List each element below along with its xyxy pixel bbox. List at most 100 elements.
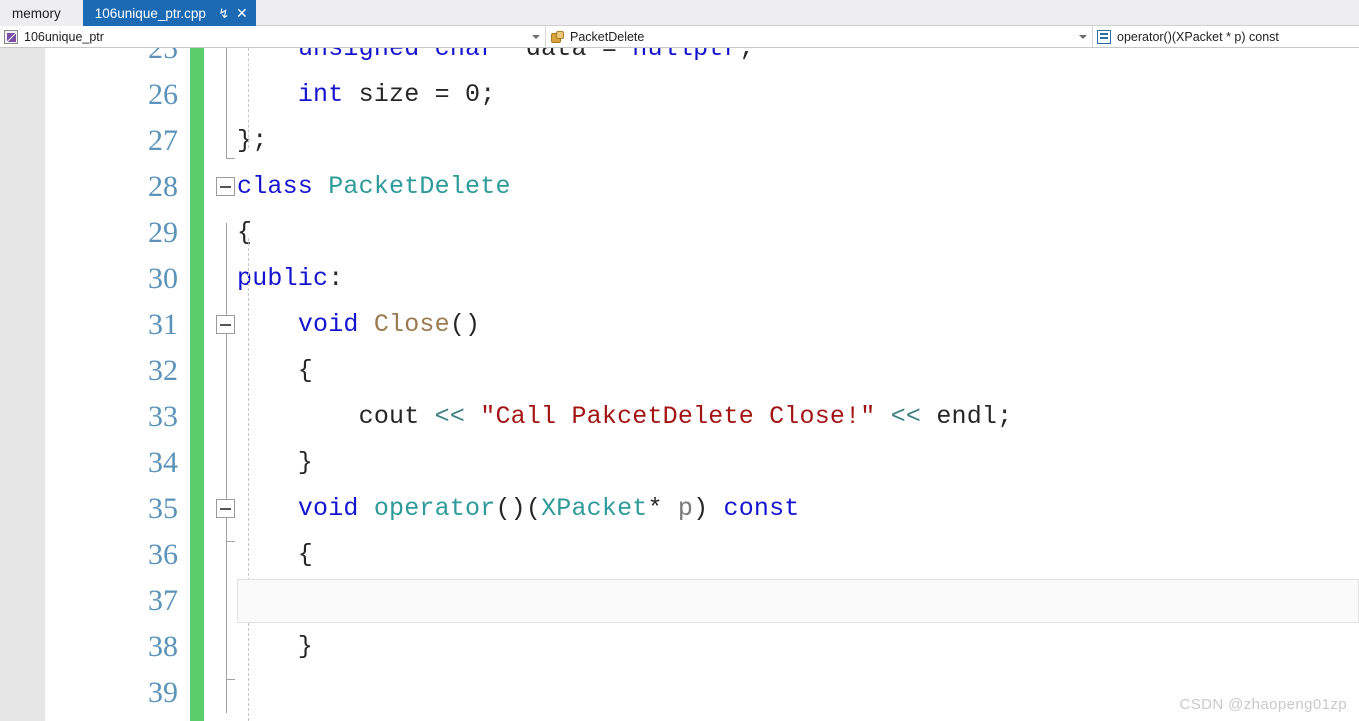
tab-memory[interactable]: memory xyxy=(0,0,83,26)
class-icon xyxy=(550,30,564,44)
tab-memory-label: memory xyxy=(12,5,61,21)
line-number: 35 xyxy=(148,492,178,525)
line-number-gutter: 25 26 27 28 29 30 31 32 33 34 35 36 37 38 39 xyxy=(45,48,190,721)
code-token: cout xyxy=(237,586,435,615)
close-icon[interactable]: ✕ xyxy=(234,5,250,21)
code-token: void xyxy=(297,494,359,523)
block-structure-foot xyxy=(226,679,235,680)
fold-toggle-button[interactable] xyxy=(216,177,235,196)
block-structure-line xyxy=(226,48,227,158)
code-token: << xyxy=(814,586,846,615)
chevron-down-icon[interactable] xyxy=(1079,34,1087,39)
nav-class-label: PacketDelete xyxy=(570,29,645,44)
line-number: 27 xyxy=(148,124,178,157)
watermark: CSDN @zhaopeng01zp xyxy=(1179,696,1347,713)
code-token: Close xyxy=(373,310,450,339)
editor-left-margin xyxy=(0,48,45,721)
navigation-breadcrumb-bar: 106unique_ptr PacketDelete operator()(XP… xyxy=(0,26,1359,48)
code-token: XPacket xyxy=(541,494,648,523)
block-structure-foot xyxy=(226,158,235,159)
code-token: endl; xyxy=(845,586,937,615)
code-token: endl; xyxy=(921,402,1013,431)
tab-106unique-ptr-cpp[interactable]: 106unique_ptr.cpp ↯ ✕ xyxy=(82,0,256,26)
code-token: "Call PakcetDelete Close!" xyxy=(480,402,876,431)
nav-project-label: 106unique_ptr xyxy=(24,29,104,44)
method-icon xyxy=(1097,29,1111,44)
line-number: 37 xyxy=(148,584,178,617)
block-structure-line xyxy=(226,223,227,713)
pin-icon[interactable]: ↯ xyxy=(216,5,232,21)
code-editor[interactable]: 25 26 27 28 29 30 31 32 33 34 35 36 37 38 39 unsigned … xyxy=(0,48,1359,721)
line-number: 25 xyxy=(148,48,178,65)
line-number: 39 xyxy=(148,676,178,709)
code-line[interactable]: { xyxy=(237,210,252,256)
code-line[interactable]: public: xyxy=(237,256,343,302)
nav-member-label: operator()(XPacket * p) const xyxy=(1117,29,1279,44)
indent-guide xyxy=(248,48,249,148)
code-token: cout xyxy=(237,402,435,431)
text-caret xyxy=(929,584,932,618)
nav-class-dropdown[interactable]: PacketDelete xyxy=(546,26,1093,47)
code-token: size = 0; xyxy=(343,80,496,109)
code-token: operator xyxy=(373,494,496,523)
chevron-down-icon[interactable] xyxy=(532,34,540,39)
code-token: ) xyxy=(693,494,724,523)
code-token: ()( xyxy=(495,494,542,523)
fold-toggle-button[interactable] xyxy=(216,315,235,334)
code-line[interactable]: cout << "call PacketDelete()" << endl; xyxy=(237,578,937,624)
code-text-area[interactable]: unsigned char* data = nullptr; int size … xyxy=(237,48,1359,721)
visual-studio-editor-window: memory 106unique_ptr.cpp ↯ ✕ 106unique_p… xyxy=(0,0,1359,721)
code-folding-column[interactable] xyxy=(204,48,237,721)
line-number: 29 xyxy=(148,216,178,249)
code-token: public xyxy=(237,264,329,293)
code-line[interactable]: cout << "Call PakcetDelete Close!" << en… xyxy=(237,394,1013,440)
code-line[interactable]: unsigned char* data = nullptr; xyxy=(237,48,754,72)
code-token: unsigned xyxy=(297,48,420,63)
code-token: class xyxy=(237,172,314,201)
code-token: () xyxy=(449,310,481,339)
line-number: 31 xyxy=(148,308,178,341)
code-token: * data = xyxy=(495,48,633,63)
code-token: char xyxy=(434,48,496,63)
nav-project-dropdown[interactable]: 106unique_ptr xyxy=(0,26,546,47)
code-token: PacketDelete xyxy=(328,172,511,201)
code-token: int xyxy=(297,80,344,109)
code-line[interactable]: }; xyxy=(237,118,267,164)
code-token: * xyxy=(647,494,678,523)
line-number: 36 xyxy=(148,538,178,571)
code-token: "call PacketDelete()" xyxy=(480,586,800,615)
block-structure-foot xyxy=(226,541,235,542)
code-token: : xyxy=(328,264,344,293)
code-token: nullptr xyxy=(632,48,739,63)
code-token: p xyxy=(677,494,694,523)
line-number: 33 xyxy=(148,400,178,433)
code-line[interactable]: class PacketDelete xyxy=(237,164,511,210)
line-number: 30 xyxy=(148,262,178,295)
code-token: const xyxy=(723,494,800,523)
fold-toggle-button[interactable] xyxy=(216,499,235,518)
tab-106unique-ptr-cpp-label: 106unique_ptr.cpp xyxy=(94,5,206,21)
code-line[interactable]: void operator()(XPacket* p) const xyxy=(237,486,800,532)
code-line[interactable]: int size = 0; xyxy=(237,72,495,118)
project-icon xyxy=(4,29,18,44)
code-token: void xyxy=(297,310,359,339)
code-line[interactable]: void Close() xyxy=(237,302,480,348)
code-token: << xyxy=(890,402,922,431)
code-token: << xyxy=(434,586,466,615)
nav-member-dropdown[interactable]: operator()(XPacket * p) const xyxy=(1093,26,1359,47)
code-token: }; xyxy=(237,126,268,155)
code-token: ; xyxy=(738,48,754,63)
code-token: << xyxy=(434,402,466,431)
code-token: { xyxy=(237,218,253,247)
editor-tab-strip: memory 106unique_ptr.cpp ↯ ✕ xyxy=(0,0,1359,26)
